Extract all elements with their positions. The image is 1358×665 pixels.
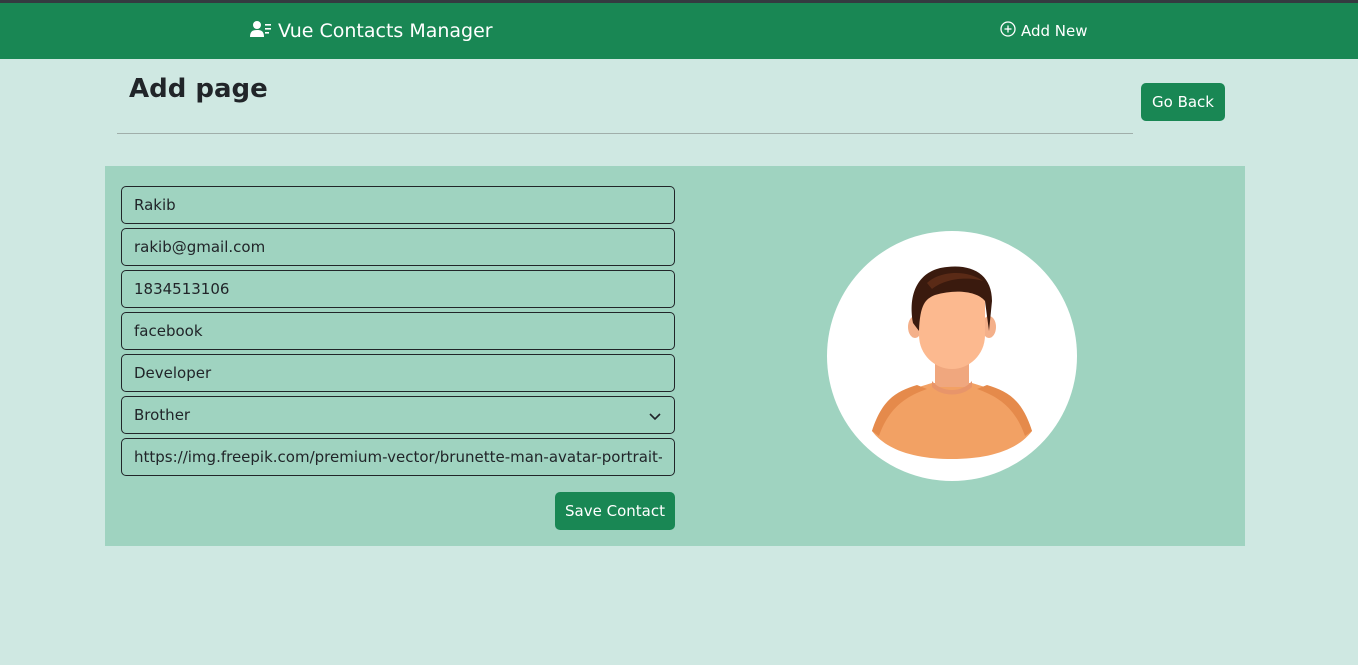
title-input[interactable] [134,364,662,382]
brand-link[interactable]: Vue Contacts Manager [250,3,493,59]
name-field[interactable] [121,186,675,224]
navbar: Vue Contacts Manager Add New [0,3,1358,59]
mobile-input[interactable] [134,280,662,298]
photo-url-input[interactable] [134,448,662,466]
name-input[interactable] [134,196,662,214]
company-input[interactable] [134,322,662,340]
save-contact-button[interactable]: Save Contact [555,492,675,530]
chevron-down-icon [648,409,662,423]
group-select-value: Brother [134,406,191,424]
page-title: Add page [129,74,268,104]
company-field[interactable] [121,312,675,350]
brand-label: Vue Contacts Manager [278,20,493,42]
photo-url-field[interactable] [121,438,675,476]
email-input[interactable] [134,238,662,256]
contact-form-panel: Brother Save Contact [105,166,1245,546]
user-list-icon [250,20,272,43]
add-new-label: Add New [1021,22,1088,40]
group-select[interactable]: Brother [121,396,675,434]
divider [117,133,1133,134]
mobile-field[interactable] [121,270,675,308]
plus-circle-icon [1000,21,1016,41]
add-new-link[interactable]: Add New [1000,3,1088,59]
email-field[interactable] [121,228,675,266]
title-field[interactable] [121,354,675,392]
contact-avatar [827,231,1077,481]
go-back-button[interactable]: Go Back [1141,83,1225,121]
